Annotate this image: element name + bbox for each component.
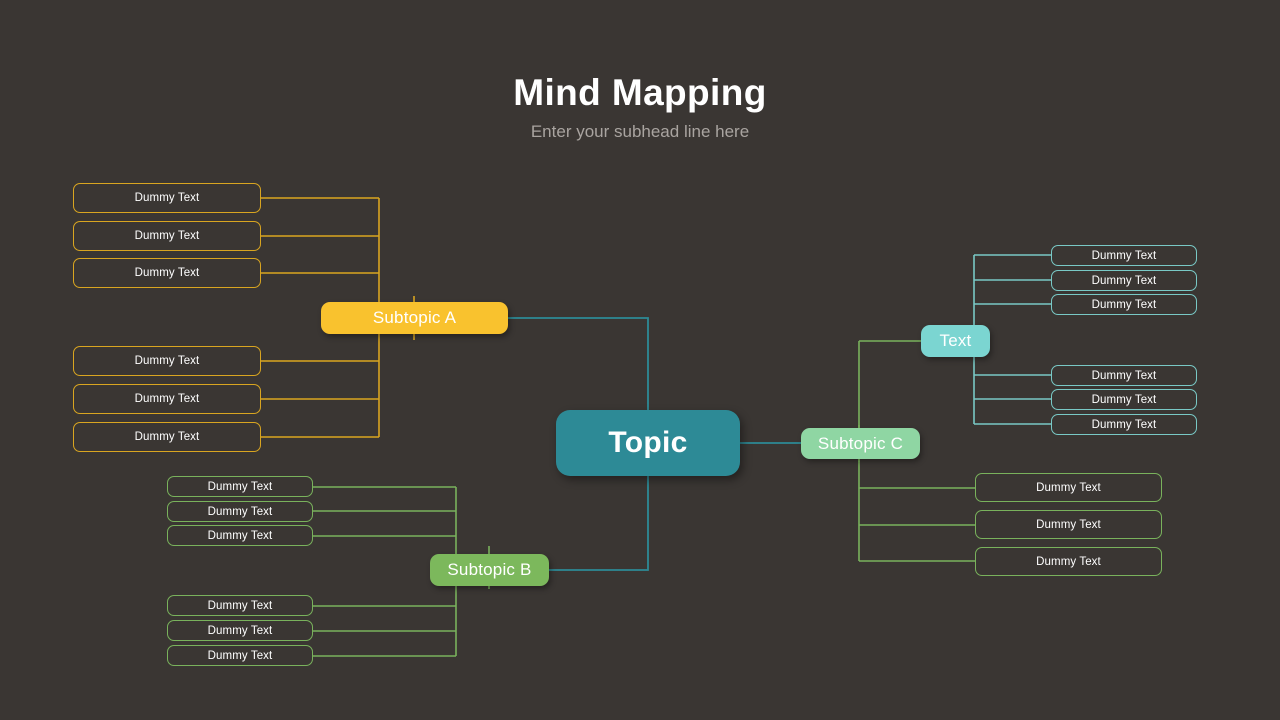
leaf-green-right-1[interactable]: Dummy Text (975, 473, 1162, 502)
leaf-cyan-bottom-2[interactable]: Dummy Text (1051, 389, 1197, 410)
central-topic-node[interactable]: Topic (556, 410, 740, 476)
leaf-green-left-top-3[interactable]: Dummy Text (167, 525, 313, 546)
leaf-cyan-bottom-3[interactable]: Dummy Text (1051, 414, 1197, 435)
leaf-amber-bottom-1[interactable]: Dummy Text (73, 346, 261, 376)
subtopic-b-node[interactable]: Subtopic B (430, 554, 549, 586)
leaf-green-left-top-2[interactable]: Dummy Text (167, 501, 313, 522)
leaf-cyan-top-2[interactable]: Dummy Text (1051, 270, 1197, 291)
subtopic-c-node[interactable]: Subtopic C (801, 428, 920, 459)
page-subtitle: Enter your subhead line here (530, 122, 750, 141)
leaf-cyan-top-3[interactable]: Dummy Text (1051, 294, 1197, 315)
leaf-amber-bottom-3[interactable]: Dummy Text (73, 422, 261, 452)
leaf-amber-top-3[interactable]: Dummy Text (73, 258, 261, 288)
subtopic-a-node[interactable]: Subtopic A (321, 302, 508, 334)
leaf-green-left-bottom-3[interactable]: Dummy Text (167, 645, 313, 666)
text-node[interactable]: Text (921, 325, 990, 357)
leaf-green-right-3[interactable]: Dummy Text (975, 547, 1162, 576)
leaf-amber-bottom-2[interactable]: Dummy Text (73, 384, 261, 414)
mindmap-canvas: Mind Mapping Enter your subhead line her… (0, 0, 1280, 720)
leaf-cyan-top-1[interactable]: Dummy Text (1051, 245, 1197, 266)
leaf-green-left-bottom-2[interactable]: Dummy Text (167, 620, 313, 641)
leaf-cyan-bottom-1[interactable]: Dummy Text (1051, 365, 1197, 386)
leaf-amber-top-2[interactable]: Dummy Text (73, 221, 261, 251)
page-title: Mind Mapping (513, 72, 767, 113)
leaf-green-left-top-1[interactable]: Dummy Text (167, 476, 313, 497)
leaf-amber-top-1[interactable]: Dummy Text (73, 183, 261, 213)
leaf-green-left-bottom-1[interactable]: Dummy Text (167, 595, 313, 616)
leaf-green-right-2[interactable]: Dummy Text (975, 510, 1162, 539)
